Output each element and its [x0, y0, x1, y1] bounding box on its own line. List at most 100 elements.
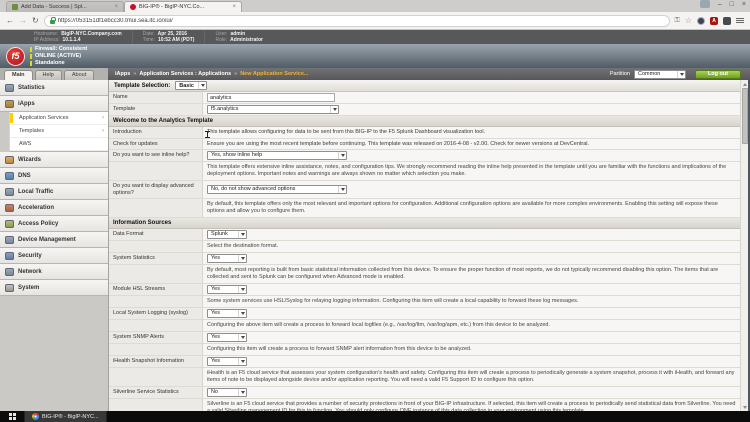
chrome-icon	[32, 413, 39, 420]
field-label: Silverline Service Statistics	[109, 387, 203, 398]
template-select[interactable]: f5.analytics	[207, 105, 339, 114]
module-hsl-streams-select[interactable]: Yes	[207, 285, 247, 294]
taskbar-app-button[interactable]: BIG-IP® - BigIP-NYC...	[24, 411, 107, 422]
sidebar-item-local-traffic[interactable]: Local Traffic	[0, 184, 108, 200]
chevron-right-icon: ›	[102, 115, 104, 121]
sidebar-item-application-services[interactable]: Application Services ›	[10, 112, 108, 125]
screen: Add Data - Success | Spl... × BIG-IP® - …	[0, 0, 750, 422]
system-snmp-alerts-select[interactable]: Yes	[207, 333, 247, 342]
browser-tabstrip: Add Data - Success | Spl... × BIG-IP® - …	[0, 0, 750, 12]
help-row: Select the destination format.	[109, 241, 740, 253]
tab-about[interactable]: About	[63, 70, 95, 80]
chevron-down-icon	[238, 358, 246, 365]
taskbar-app-title: BIG-IP® - BigIP-NYC...	[42, 413, 99, 420]
profile-avatar[interactable]	[699, 0, 710, 8]
minimize-button[interactable]: –	[718, 1, 722, 8]
extension-circle-icon[interactable]	[697, 16, 705, 25]
sidebar-item-iapps[interactable]: iApps	[0, 96, 108, 112]
chevron-right-icon: ›	[102, 128, 104, 134]
sidebar-item-aws[interactable]: AWS	[10, 138, 108, 151]
form-row-silverline-statistics: Silverline Service Statistics No	[109, 387, 740, 399]
adobe-extension-icon[interactable]: A	[710, 16, 718, 25]
form-row-template: Template f5.analytics	[109, 104, 740, 116]
iapps-icon	[5, 99, 14, 108]
field-label: Introduction	[109, 127, 203, 138]
url-box[interactable]: https://053151df1ebcc30.tmui.sea.itc.io/…	[43, 14, 670, 27]
tab-close-icon[interactable]: ×	[232, 4, 236, 10]
data-format-select[interactable]: Splunk	[207, 230, 247, 239]
breadcrumb-current: New Application Service...	[240, 71, 309, 77]
breadcrumb-iapps[interactable]: iApps	[115, 71, 130, 77]
local-system-logging-select[interactable]: Yes	[207, 309, 247, 318]
chevron-down-icon	[238, 255, 246, 262]
browser-tab-active[interactable]: BIG-IP® - BigIP-NYC.Co... ×	[124, 1, 242, 12]
name-input[interactable]	[207, 93, 335, 102]
device-management-icon	[5, 235, 14, 244]
breadcrumb: iApps » Application Services : Applicati…	[108, 68, 750, 80]
maximize-button[interactable]: □	[730, 1, 734, 8]
field-label: Data Format	[109, 229, 203, 240]
statistics-icon	[5, 83, 14, 92]
iapps-submenu: Application Services › Templates › AWS	[9, 112, 108, 152]
partition-select[interactable]: Common	[634, 69, 686, 79]
form-row-system-snmp-alerts: System SNMP Alerts Yes	[109, 332, 740, 344]
scrollbar-thumb[interactable]	[741, 88, 748, 144]
help-text: This template offers extensive inline as…	[207, 164, 727, 177]
help-text: By default, most reporting is built from…	[207, 267, 719, 280]
page-body: Statistics iApps Application Services › T…	[0, 80, 750, 411]
breadcrumb-separator: »	[234, 71, 238, 77]
ihealth-snapshot-select[interactable]: Yes	[207, 357, 247, 366]
template-selection-band: Template Selection: Basic	[109, 80, 740, 92]
dns-icon	[5, 171, 14, 180]
tab-title: Add Data - Success | Spl...	[21, 4, 87, 10]
tab-close-icon[interactable]: ×	[114, 4, 118, 10]
close-button[interactable]: ×	[742, 1, 746, 8]
status-online: ONLINE (ACTIVE)	[30, 53, 87, 59]
splunk-favicon-icon	[12, 4, 18, 10]
help-text: Configuring this item will create a proc…	[207, 346, 472, 352]
nav-row: Main Help About iApps » Application Serv…	[0, 68, 750, 80]
forward-button[interactable]: →	[19, 16, 27, 25]
logout-button[interactable]: Log out	[695, 69, 741, 79]
field-label: Module HSL Streams	[109, 284, 203, 295]
back-button[interactable]: ←	[6, 16, 14, 25]
field-label: System Statistics	[109, 253, 203, 264]
form-row-local-system-logging: Local System Logging (syslog) Yes	[109, 308, 740, 320]
sidebar-item-security[interactable]: Security	[0, 248, 108, 264]
info-text: This template allows configuring for dat…	[207, 129, 486, 136]
sidebar-item-acceleration[interactable]: Acceleration	[0, 200, 108, 216]
field-label: Do you want to see inline help?	[109, 150, 203, 161]
system-icon	[5, 283, 14, 292]
sidebar-item-statistics[interactable]: Statistics	[0, 80, 108, 96]
bookmark-star-icon[interactable]: ☆	[685, 16, 692, 25]
start-button[interactable]	[0, 411, 24, 422]
sidebar-item-templates[interactable]: Templates ›	[10, 125, 108, 138]
sidebar-item-wizards[interactable]: Wizards	[0, 152, 108, 168]
key-icon[interactable]: ⚿	[675, 17, 680, 25]
system-statistics-select[interactable]: Yes	[207, 254, 247, 263]
extension-dark-icon[interactable]	[723, 16, 731, 25]
breadcrumb-application-services[interactable]: Application Services : Applications	[139, 71, 231, 77]
browser-menu-icon[interactable]	[736, 18, 744, 23]
sidebar-item-device-management[interactable]: Device Management	[0, 232, 108, 248]
template-selection-label: Template Selection:	[114, 82, 171, 89]
device-status: Firewall: Consistent ONLINE (ACTIVE) Sta…	[30, 46, 87, 66]
inline-help-select[interactable]: Yes, show inline help	[207, 151, 347, 160]
section-header-information-sources: Information Sources	[109, 218, 740, 229]
browser-tab-inactive[interactable]: Add Data - Success | Spl... ×	[6, 1, 124, 12]
template-selection-select[interactable]: Basic	[175, 81, 208, 90]
device-date-col: Date: Apr 25, 2016 Time: 10:52 AM (PDT)	[133, 31, 206, 43]
f5-favicon-icon	[130, 4, 136, 10]
tab-help[interactable]: Help	[34, 70, 62, 80]
sidebar-item-system[interactable]: System	[0, 280, 108, 296]
silverline-statistics-select[interactable]: No	[207, 388, 247, 397]
tab-main[interactable]: Main	[4, 70, 33, 80]
field-label: iHealth Snapshot Information	[109, 356, 203, 367]
advanced-options-select[interactable]: No, do not show advanced options	[207, 185, 347, 194]
sidebar-item-dns[interactable]: DNS	[0, 168, 108, 184]
sidebar-item-access-policy[interactable]: Access Policy	[0, 216, 108, 232]
form-row-ihealth-snapshot: iHealth Snapshot Information Yes	[109, 356, 740, 368]
sidebar-item-network[interactable]: Network	[0, 264, 108, 280]
local-traffic-icon	[5, 187, 14, 196]
reload-button[interactable]: ↻	[32, 16, 39, 25]
